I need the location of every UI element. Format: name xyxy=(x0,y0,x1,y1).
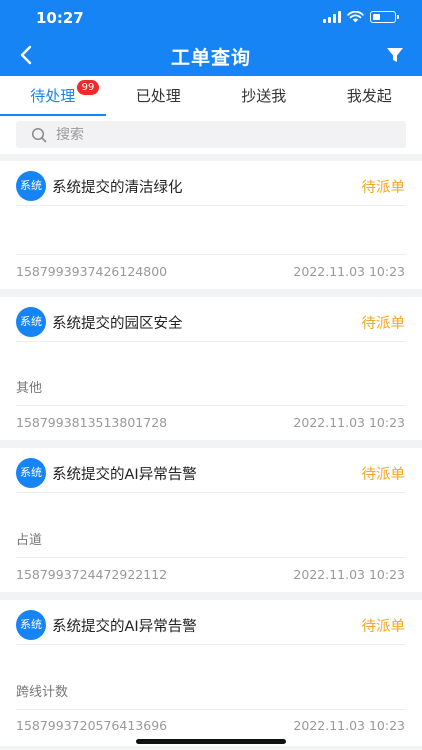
divider xyxy=(16,644,406,645)
divider xyxy=(16,254,406,255)
home-indicator xyxy=(136,739,286,744)
card-title: 系统提交的园区安全 xyxy=(52,316,183,332)
tab-label: 我发起 xyxy=(346,87,392,105)
divider xyxy=(16,205,406,206)
tab-pending[interactable]: 待处理 99 xyxy=(0,76,106,116)
card-title: 系统提交的AI异常告警 xyxy=(52,467,197,483)
status-indicators xyxy=(323,11,399,23)
search-icon xyxy=(31,127,47,142)
source-avatar: 系统 xyxy=(16,458,46,488)
order-time: 2022.11.03 10:23 xyxy=(293,415,405,430)
divider xyxy=(16,341,406,342)
battery-icon xyxy=(370,11,399,23)
source-avatar: 系统 xyxy=(16,307,46,337)
page-title: 工单查询 xyxy=(170,47,251,69)
filter-icon[interactable] xyxy=(386,46,404,64)
order-id: 1587993937426124800 xyxy=(16,264,168,279)
tab-label: 已处理 xyxy=(135,87,181,105)
work-order-card[interactable]: 系统 系统提交的清洁绿化 待派单 1587993937426124800 202… xyxy=(0,161,422,289)
order-id: 1587993720576413696 xyxy=(16,718,168,733)
card-header: 系统 系统提交的AI异常告警 待派单 xyxy=(0,600,422,644)
status-time: 10:27 xyxy=(36,9,84,27)
divider xyxy=(16,405,406,406)
tab-label: 抄送我 xyxy=(241,87,287,105)
status-label: 待派单 xyxy=(361,180,406,196)
status-label: 待派单 xyxy=(361,316,406,332)
work-order-card[interactable]: 系统 系统提交的AI异常告警 待派单 跨线计数 1587993720576413… xyxy=(0,600,422,746)
work-order-card[interactable]: 系统 系统提交的园区安全 待派单 其他 1587993813513801728 … xyxy=(0,297,422,440)
divider xyxy=(16,557,406,558)
order-category: 跨线计数 xyxy=(16,685,69,700)
tab-cc-me[interactable]: 抄送我 xyxy=(211,76,317,116)
tab-processed[interactable]: 已处理 xyxy=(106,76,212,116)
order-category: 其他 xyxy=(16,381,43,396)
card-title: 系统提交的AI异常告警 xyxy=(52,619,197,635)
tab-label: 待处理 xyxy=(30,87,76,105)
card-header: 系统 系统提交的清洁绿化 待派单 xyxy=(0,161,422,205)
order-id: 1587993724472922112 xyxy=(16,567,168,582)
count-badge: 99 xyxy=(77,80,99,95)
source-avatar: 系统 xyxy=(16,171,46,201)
header: 10:27 工单查询 xyxy=(0,0,422,76)
status-bar: 10:27 xyxy=(0,0,422,34)
tab-initiated[interactable]: 我发起 xyxy=(317,76,422,116)
signal-icon xyxy=(323,11,341,23)
order-time: 2022.11.03 10:23 xyxy=(293,567,405,582)
status-label: 待派单 xyxy=(361,467,406,483)
source-avatar: 系统 xyxy=(16,610,46,640)
tab-bar: 待处理 99 已处理 抄送我 我发起 xyxy=(0,76,422,116)
order-time: 2022.11.03 10:23 xyxy=(293,718,405,733)
search-bar xyxy=(0,116,422,154)
work-order-card[interactable]: 系统 系统提交的AI异常告警 待派单 占道 158799372447292211… xyxy=(0,448,422,592)
wifi-icon xyxy=(347,11,364,23)
order-category: 占道 xyxy=(16,533,43,548)
search-input[interactable] xyxy=(56,126,356,143)
divider xyxy=(16,492,406,493)
divider xyxy=(16,709,406,710)
card-title: 系统提交的清洁绿化 xyxy=(52,180,183,196)
nav-bar: 工单查询 xyxy=(0,34,422,76)
order-time: 2022.11.03 10:23 xyxy=(293,264,405,279)
search-box[interactable] xyxy=(16,121,406,148)
order-id: 1587993813513801728 xyxy=(16,415,168,430)
status-label: 待派单 xyxy=(361,619,406,635)
card-header: 系统 系统提交的园区安全 待派单 xyxy=(0,297,422,341)
card-header: 系统 系统提交的AI异常告警 待派单 xyxy=(0,448,422,492)
